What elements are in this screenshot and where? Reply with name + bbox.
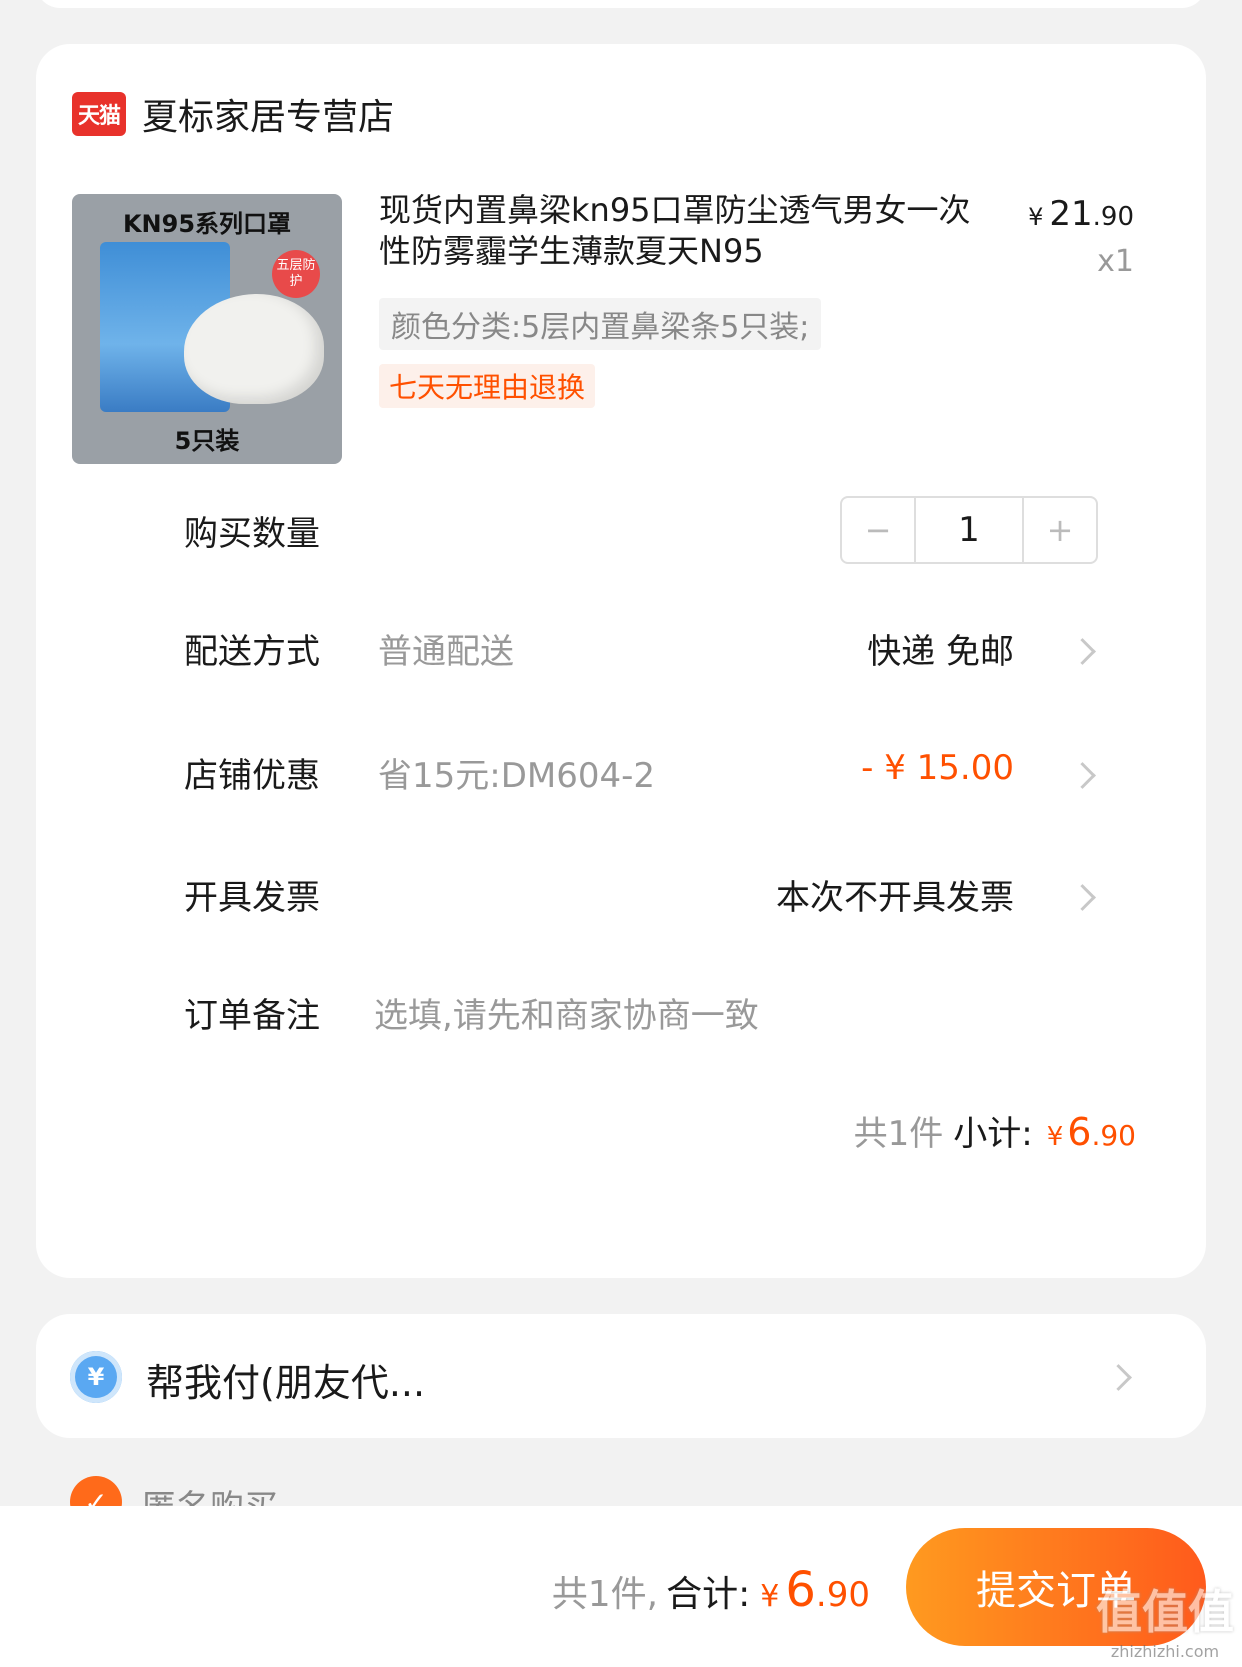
discount-value: - ¥ 15.00 <box>861 748 1014 788</box>
store-order-card: 天猫 夏标家居专营店 KN95系列口罩 五层防护 5只装 现货内置鼻梁kn95口… <box>36 44 1206 1278</box>
purchase-quantity-label: 购买数量 <box>184 514 320 554</box>
store-name: 夏标家居专营店 <box>142 97 395 138</box>
quantity-stepper: − 1 + <box>840 496 1098 564</box>
invoice-label: 开具发票 <box>184 878 320 918</box>
total-label: 合计: <box>666 1574 751 1615</box>
invoice-value: 本次不开具发票 <box>776 878 1014 918</box>
product-title[interactable]: 现货内置鼻梁kn95口罩防尘透气男女一次性防雾霾学生薄款夏天N95 <box>379 190 979 272</box>
product-image[interactable]: KN95系列口罩 五层防护 5只装 <box>72 194 342 464</box>
subtotal-integer: 6 <box>1067 1110 1092 1154</box>
chevron-right-icon <box>1105 1364 1132 1391</box>
price-integer: 21 <box>1049 194 1093 234</box>
thumb-badge: 五层防护 <box>272 250 320 298</box>
thumb-count: 5只装 <box>174 427 240 455</box>
subtotal-price: ¥6.90 <box>1047 1110 1136 1154</box>
watermark-logo: 值值值 <box>1096 1585 1234 1639</box>
decrement-button[interactable]: − <box>842 498 914 562</box>
product-quantity: x1 <box>1097 244 1134 279</box>
total-decimal: .90 <box>815 1575 870 1615</box>
sku-tag: 颜色分类:5层内置鼻梁条5只装; <box>379 298 822 350</box>
watermark: 值值值 zhizhizhi.com <box>1096 1576 1234 1661</box>
order-note-label: 订单备注 <box>184 996 320 1036</box>
price-decimal: .90 <box>1092 202 1134 232</box>
subtotal-symbol: ¥ <box>1046 1122 1064 1152</box>
subtotal-count: 共1件 <box>853 1114 944 1154</box>
order-note-input[interactable]: 选填,请先和商家协商一致 <box>374 988 759 1037</box>
previous-card-edge <box>36 0 1206 8</box>
subtotal-label: 小计: <box>953 1114 1033 1154</box>
price-symbol: ¥ <box>1028 203 1044 231</box>
store-header[interactable]: 天猫 夏标家居专营店 <box>72 88 394 140</box>
yuan-coin-icon: ¥ <box>70 1351 122 1403</box>
total-symbol: ¥ <box>760 1579 780 1614</box>
friend-pay-label: 帮我付(朋友代... <box>146 1361 426 1405</box>
tmall-logo-icon: 天猫 <box>72 92 126 136</box>
chevron-right-icon <box>1069 762 1096 789</box>
delivery-label: 配送方式 <box>184 632 320 672</box>
delivery-value: 快递 免邮 <box>867 632 1014 672</box>
subtotal: 共1件 小计: ¥6.90 <box>854 1106 1136 1155</box>
return-policy-tag: 七天无理由退换 <box>379 364 596 408</box>
total-integer: 6 <box>785 1562 816 1618</box>
discount-desc: 省15元:DM604-2 <box>378 756 656 796</box>
thumb-title: KN95系列口罩 <box>122 210 292 238</box>
total-count: 共1件, <box>551 1574 659 1615</box>
total-summary: 共1件, 合计: ¥6.90 <box>552 1562 870 1618</box>
total-price: ¥6.90 <box>760 1562 870 1618</box>
chevron-right-icon <box>1069 638 1096 665</box>
mask-illustration <box>184 294 324 404</box>
delivery-desc: 普通配送 <box>378 632 514 672</box>
product-price: ¥21.90 <box>1028 194 1134 234</box>
quantity-value[interactable]: 1 <box>914 498 1024 562</box>
discount-label: 店铺优惠 <box>184 756 320 796</box>
watermark-url: zhizhizhi.com <box>1110 1642 1220 1661</box>
chevron-right-icon <box>1069 884 1096 911</box>
subtotal-decimal: .90 <box>1091 1119 1136 1152</box>
increment-button[interactable]: + <box>1024 498 1096 562</box>
